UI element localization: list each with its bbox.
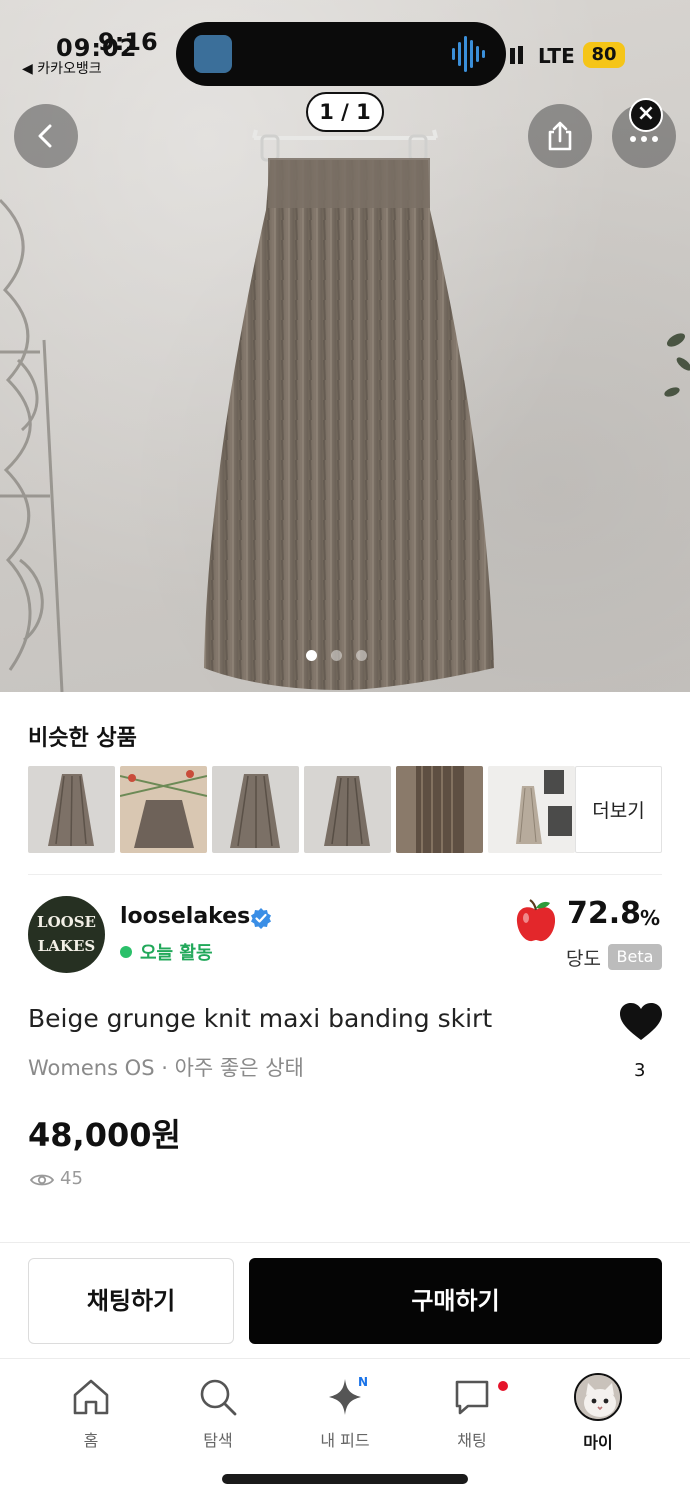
similar-products-title: 비슷한 상품 [28,726,137,751]
battery-indicator: 80 [583,42,625,68]
dynamic-island[interactable] [176,22,506,86]
seller-avatar[interactable]: LOOSE LAKES [28,896,105,973]
audio-wave-icon [452,36,485,72]
back-button[interactable] [14,104,78,168]
tab-label: 채팅 [457,1431,487,1450]
back-to-app-link[interactable]: ◀ 카카오뱅크 [22,58,102,78]
search-icon [200,1379,237,1416]
divider [28,874,662,875]
tab-my[interactable]: 마이 [543,1373,653,1453]
product-size-condition: Womens OS · 아주 좋은 상태 [28,1056,304,1080]
similar-product-thumbnail[interactable] [28,766,115,853]
seller-avatar-text-1: LOOSE [37,913,96,931]
unread-dot [498,1381,508,1391]
tab-search[interactable]: 탐색 [163,1375,273,1451]
tab-home[interactable]: 홈 [36,1375,146,1451]
close-icon[interactable]: × [629,98,663,132]
seller-activity-status: 오늘 활동 [140,943,213,964]
tab-chat[interactable]: 채팅 [417,1375,527,1451]
now-playing-thumbnail [194,35,232,73]
buy-button[interactable]: 구매하기 [249,1258,662,1344]
status-time: 9:16 [98,28,158,56]
share-button[interactable] [528,104,592,168]
similar-product-thumbnail[interactable] [120,766,207,853]
image-counter: 1 / 1 [306,92,384,132]
similar-product-thumbnail[interactable] [212,766,299,853]
gallery-dot[interactable] [306,650,317,661]
beta-badge: Beta [608,944,662,970]
product-price: 48,000원 [28,1116,181,1154]
heart-icon[interactable] [619,1002,663,1042]
tab-feed[interactable]: N 내 피드 [290,1375,400,1451]
new-badge: N [358,1375,369,1389]
apple-icon [516,899,556,942]
product-image-gallery[interactable]: 09:02 9:16 ◀ 카카오뱅크 LTE 80 1 / 1 × [0,0,690,692]
verified-badge-icon [251,908,271,929]
gallery-dot[interactable] [356,650,367,661]
sweetness-label: 당도 [566,948,601,970]
similar-products-list [28,766,575,853]
seller-avatar-text-2: LAKES [37,937,96,955]
sweetness-score-unit: % [640,906,661,930]
similar-product-thumbnail[interactable] [488,766,575,853]
home-icon [73,1379,109,1415]
chat-button[interactable]: 채팅하기 [28,1258,234,1344]
chevron-left-icon [38,124,52,148]
share-icon [548,121,572,151]
tab-label: 마이 [583,1433,613,1452]
divider [0,1242,690,1243]
tab-label: 홈 [83,1431,99,1450]
tab-label: 내 피드 [320,1431,370,1450]
tab-label: 탐색 [203,1431,233,1450]
see-more-similar-button[interactable]: 더보기 [575,766,662,853]
signal-icon [510,46,523,64]
status-bar: 09:02 9:16 ◀ 카카오뱅크 LTE 80 [0,0,690,90]
product-title: Beige grunge knit maxi banding skirt [28,1004,493,1033]
similar-product-thumbnail[interactable] [396,766,483,853]
activity-status-dot [120,946,132,958]
eye-icon [30,1174,54,1186]
network-label: LTE [538,44,575,68]
seller-name[interactable]: looselakes [120,904,250,929]
cat-avatar-icon [576,1375,620,1419]
gallery-dot[interactable] [331,650,342,661]
profile-avatar [574,1373,622,1421]
view-count: 45 [60,1168,83,1189]
chat-bubble-icon [455,1380,489,1415]
home-indicator [222,1474,468,1484]
like-count: 3 [634,1060,646,1081]
sweetness-score: 72.8 [567,896,642,931]
similar-product-thumbnail[interactable] [304,766,391,853]
gallery-dots [306,650,367,661]
